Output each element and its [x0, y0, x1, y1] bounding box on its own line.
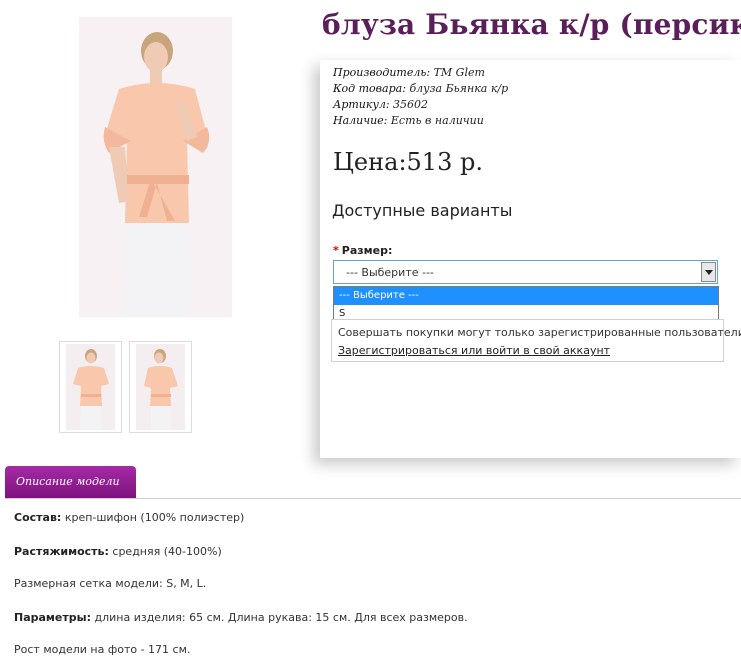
size-label-text: Размер:	[341, 244, 393, 257]
article-label: Артикул:	[333, 98, 390, 111]
parameters-label: Параметры:	[14, 611, 91, 624]
login-notice: Совершать покупки могут только зарегистр…	[331, 319, 741, 362]
thumbnail-front-image	[66, 344, 115, 430]
composition-value: креп-шифон (100% полиэстер)	[64, 511, 245, 524]
manufacturer-value: TM Glem	[433, 66, 485, 79]
product-main-image[interactable]	[79, 17, 232, 317]
thumbnail-side-image	[136, 344, 185, 430]
size-grid-text: Размерная сетка модели: S, M, L.	[14, 577, 207, 590]
register-login-link[interactable]: Зарегистрироваться или войти в свой акка…	[338, 344, 610, 357]
availability-value: Есть в наличии	[390, 114, 484, 127]
description-stretch: Растяжимость: средняя (40-100%)	[14, 545, 222, 558]
model-photo	[79, 17, 232, 317]
availability-row: Наличие: Есть в наличии	[333, 114, 484, 127]
tab-model-description[interactable]: Описание модели	[5, 466, 136, 499]
description-size-grid: Размерная сетка модели: S, M, L.	[14, 577, 206, 590]
size-label: * Размер:	[333, 244, 392, 257]
tab-label: Описание модели	[16, 475, 120, 488]
manufacturer-row: Производитель: TM Glem	[333, 66, 485, 79]
description-composition: Состав: креп-шифон (100% полиэстер)	[14, 511, 244, 524]
description-model-height: Рост модели на фото - 171 см.	[14, 643, 190, 656]
login-notice-text: Совершать покупки могут только зарегистр…	[338, 326, 741, 339]
parameters-value: длина изделия: 65 см. Длина рукава: 15 с…	[94, 611, 468, 624]
article-row: Артикул: 35602	[333, 98, 428, 111]
manufacturer-label: Производитель:	[333, 66, 431, 79]
model-height-text: Рост модели на фото - 171 см.	[14, 643, 191, 656]
variants-heading: Доступные варианты	[332, 201, 513, 220]
product-code-value: блуза Бьянка к/р	[409, 82, 509, 95]
product-code-label: Код товара:	[333, 82, 406, 95]
size-select-value: --- Выберите ---	[346, 266, 434, 279]
product-title: блуза Бьянка к/р (персик)	[322, 8, 741, 41]
article-value: 35602	[393, 98, 429, 111]
availability-label: Наличие:	[333, 114, 388, 127]
tab-divider	[5, 498, 741, 499]
thumbnail-front[interactable]	[59, 341, 122, 433]
description-parameters: Параметры: длина изделия: 65 см. Длина р…	[14, 611, 468, 624]
thumbnail-side[interactable]	[129, 341, 192, 433]
composition-label: Состав:	[14, 511, 62, 524]
stretch-label: Растяжимость:	[14, 545, 109, 558]
required-star-icon: *	[333, 244, 339, 257]
size-option-placeholder[interactable]: --- Выберите ---	[334, 287, 718, 305]
product-code-row: Код товара: блуза Бьянка к/р	[333, 82, 508, 95]
product-price: Цена:513 р.	[333, 148, 483, 176]
chevron-down-icon[interactable]	[701, 262, 716, 282]
stretch-value: средняя (40-100%)	[112, 545, 222, 558]
size-select[interactable]: --- Выберите ---	[333, 260, 718, 284]
